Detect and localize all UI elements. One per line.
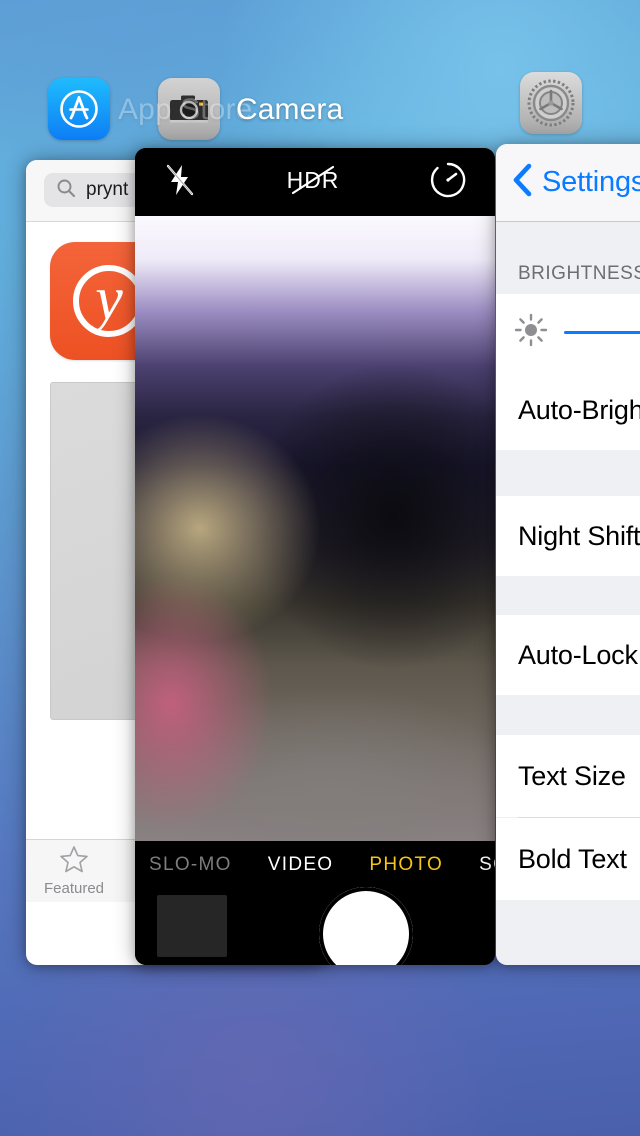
shutter-button[interactable] [319,887,413,965]
app-card-camera[interactable]: HDR SLO-MO VIDEO PHOTO SQUARE [135,148,495,965]
settings-nav-bar: Settings [496,144,640,222]
chevron-left-icon[interactable] [510,161,536,204]
timer-icon[interactable] [429,161,467,204]
camera-mode-photo[interactable]: PHOTO [369,854,443,876]
search-icon [56,178,76,203]
app-switcher-icon-bar: App Store Camera [0,0,640,144]
settings-group-gap [496,695,640,735]
hdr-off-icon[interactable]: HDR [276,163,350,202]
camera-preview[interactable] [135,216,495,841]
star-icon [59,846,89,878]
settings-row-text-size[interactable]: Text Size [496,735,640,817]
app-label-camera: Camera [236,93,344,126]
appstore-icon[interactable] [48,78,110,140]
settings-bottom-gap [496,900,640,965]
settings-group-gap [496,450,640,496]
settings-row-bold-text[interactable]: Bold Text [496,818,640,900]
camera-mode-video[interactable]: VIDEO [268,854,334,876]
camera-mode-slo-mo[interactable]: SLO-MO [149,854,232,876]
brightness-sun-icon [514,313,548,352]
tab-featured[interactable]: Featured [26,845,122,897]
tab-featured-label: Featured [43,880,105,897]
settings-section-header: BRIGHTNESS [496,222,640,294]
photo-thumbnail[interactable] [157,895,227,957]
settings-group-gap [496,576,640,615]
app-switcher-screen: App Store Camera prynt y Featured SLO-MO… [0,0,640,1136]
app-label-appstore: App Store [118,93,253,126]
camera-bottom-bar: SLO-MO VIDEO PHOTO SQUARE [135,841,495,965]
flash-off-icon[interactable] [163,162,197,203]
search-input-value: prynt [86,179,129,200]
camera-mode-selector[interactable]: SLO-MO VIDEO PHOTO SQUARE [135,847,495,883]
svg-text:y: y [89,265,123,333]
brightness-slider-row[interactable] [496,294,640,370]
camera-mode-square[interactable]: SQUARE [479,854,495,876]
settings-row-auto-lock[interactable]: Auto-Lock [496,615,640,695]
settings-row-auto-brightness[interactable]: Auto-Brightness [496,370,640,450]
brightness-slider[interactable] [564,330,640,334]
settings-gear-icon[interactable] [520,72,582,134]
settings-row-night-shift[interactable]: Night Shift [496,496,640,576]
app-card-settings[interactable]: Settings BRIGHTNESS Auto-Brightness Nig [496,144,640,965]
camera-top-controls: HDR [135,148,495,216]
settings-back-label[interactable]: Settings [542,166,640,199]
